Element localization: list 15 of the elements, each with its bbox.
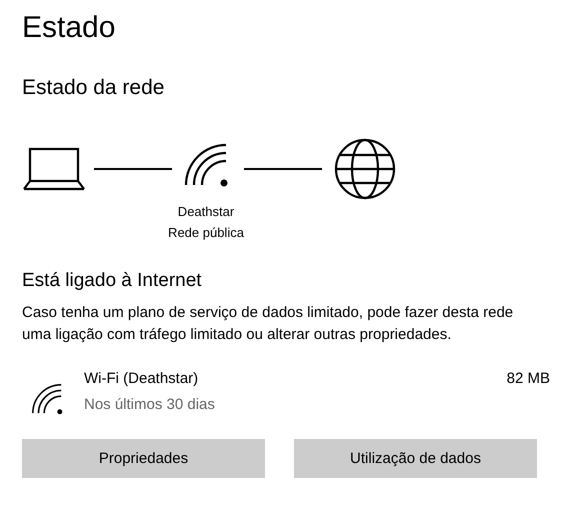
wifi-icon <box>182 141 230 189</box>
wifi-icon <box>30 382 64 416</box>
section-heading: Estado da rede <box>22 75 166 101</box>
network-name: Deathstar <box>178 203 234 221</box>
connection-name: Wi-Fi (Deathstar) <box>84 369 200 389</box>
data-amount: 82 MB <box>506 369 550 389</box>
globe-icon <box>334 138 396 200</box>
network-type: Rede pública <box>168 224 244 242</box>
action-button[interactable]: Propriedades <box>22 439 265 478</box>
connection-description: Caso tenha um plano de serviço de dados limitado, pode fazer desta rede uma ligação com tráfego limitado ou alterar outras propriedades. <box>22 303 514 345</box>
usage-period: Nos últimos 30 dias <box>84 395 216 415</box>
page-title: Estado <box>22 10 116 46</box>
laptop-icon <box>22 147 86 191</box>
action-button[interactable]: Utilização de dados <box>294 439 537 478</box>
connection-heading: Está ligado à Internet <box>22 269 203 293</box>
